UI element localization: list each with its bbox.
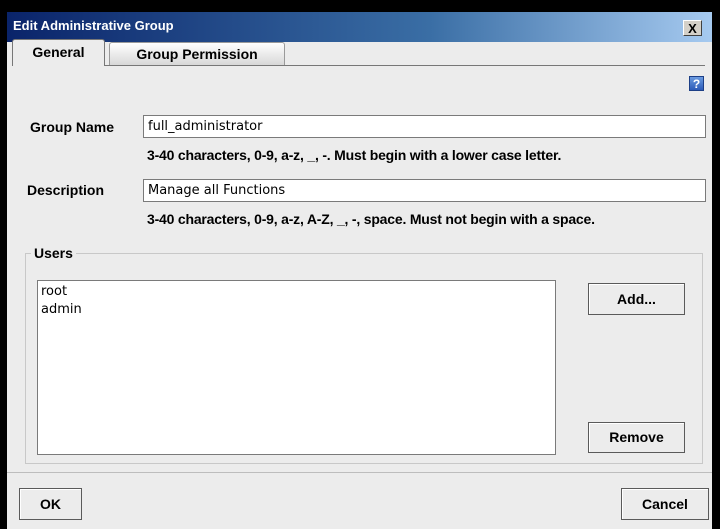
window-edge-top (0, 0, 720, 12)
ok-button[interactable]: OK (19, 488, 82, 520)
tab-divider (105, 65, 705, 66)
description-label: Description (27, 182, 105, 198)
tab-group-permission[interactable]: Group Permission (109, 42, 285, 66)
users-list[interactable]: root admin (37, 280, 556, 455)
description-hint: 3-40 characters, 0-9, a-z, A-Z, _, -, sp… (147, 211, 595, 227)
list-item-root[interactable]: root (41, 283, 552, 301)
description-input[interactable] (143, 179, 706, 202)
group-name-label: Group Name (30, 119, 115, 135)
list-item-admin[interactable]: admin (41, 301, 552, 319)
close-icon: X (688, 21, 697, 36)
remove-user-button[interactable]: Remove (588, 422, 685, 453)
cancel-button[interactable]: Cancel (621, 488, 709, 520)
tab-general[interactable]: General (12, 39, 105, 66)
close-button[interactable]: X (683, 20, 702, 36)
window-edge-left (0, 0, 7, 529)
footer-divider (7, 472, 712, 473)
dialog-title: Edit Administrative Group (13, 18, 174, 33)
title-bar[interactable]: Edit Administrative Group X (7, 12, 712, 42)
help-question-icon[interactable]: ? (689, 76, 704, 91)
group-name-input[interactable] (143, 115, 706, 138)
users-legend: Users (31, 245, 76, 261)
group-name-hint: 3-40 characters, 0-9, a-z, _, -. Must be… (147, 147, 562, 163)
window-edge-right (712, 0, 720, 529)
add-user-button[interactable]: Add... (588, 283, 685, 315)
